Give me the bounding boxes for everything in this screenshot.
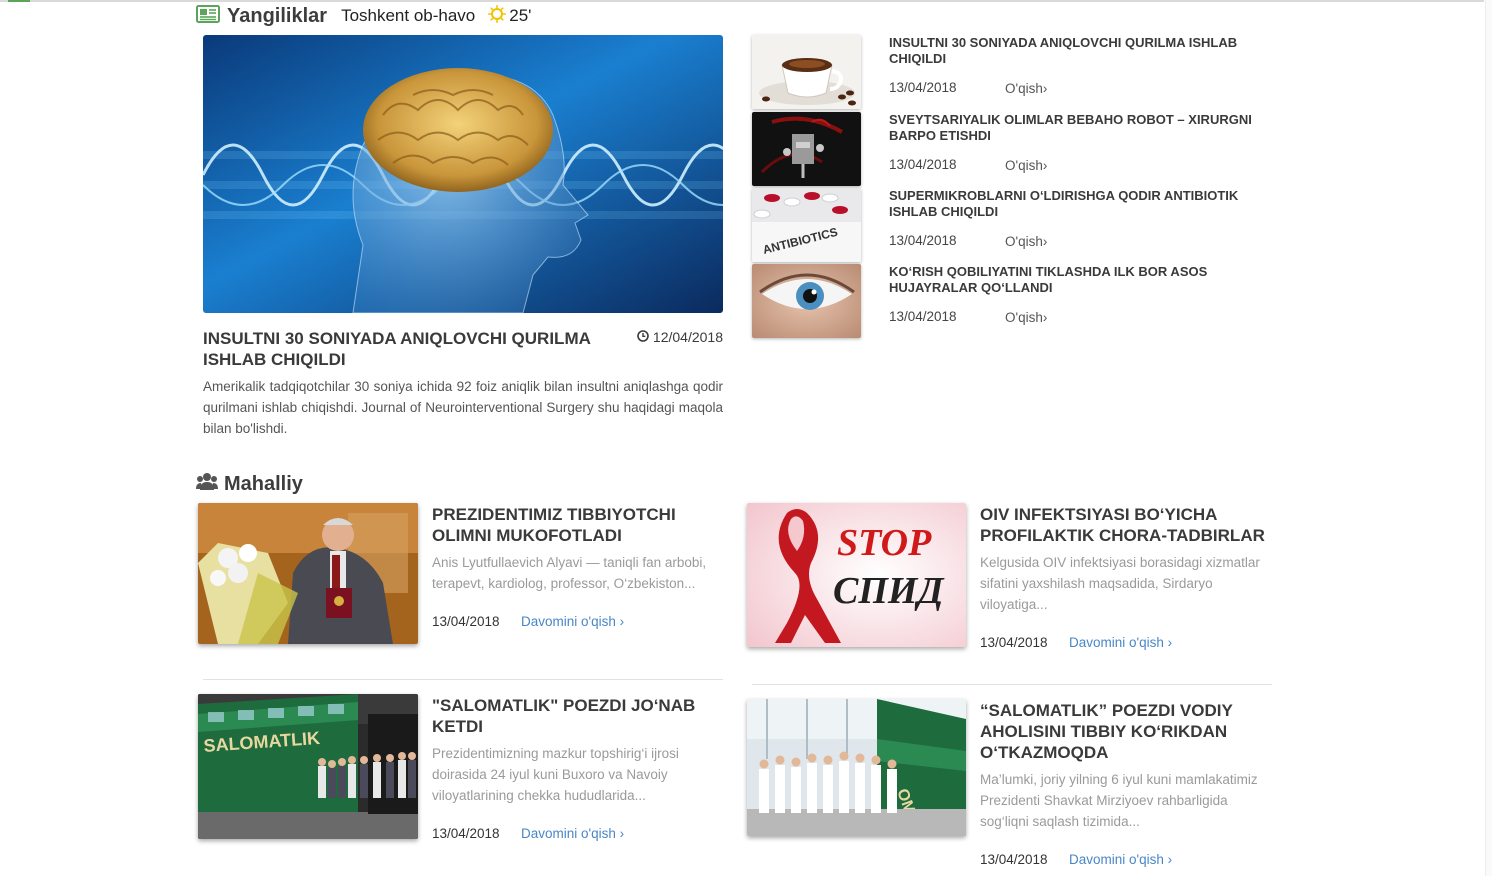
- featured-image[interactable]: [203, 35, 723, 313]
- newspaper-icon: [196, 4, 220, 29]
- read-more-link[interactable]: Davomini o'qish ›: [1069, 852, 1172, 867]
- local-news-date: 13/04/2018: [432, 614, 500, 629]
- side-news-date: 13/04/2018: [889, 157, 957, 172]
- read-link[interactable]: O'qish›: [1005, 234, 1047, 249]
- local-news-excerpt: Anis Lyutfullaevich Alyavi — taniqli fan…: [432, 555, 707, 591]
- featured-date: 12/04/2018: [632, 329, 723, 345]
- read-more-label[interactable]: Davomini o'qish: [521, 826, 616, 841]
- local-news-date: 13/04/2018: [432, 826, 500, 841]
- chevron-right-icon: ›: [1042, 234, 1048, 249]
- top-accent: [8, 0, 30, 2]
- weather-temperature: 25': [509, 6, 532, 25]
- local-news-image[interactable]: STOP СПИД: [747, 503, 966, 647]
- chevron-right-icon: ›: [1167, 852, 1173, 867]
- read-link[interactable]: O'qish›: [1005, 158, 1047, 173]
- side-news-date: 13/04/2018: [889, 233, 957, 248]
- side-news-item[interactable]: INSULTNI 30 SONIYADA ANIQLOVCHI QURILMA …: [752, 35, 1272, 110]
- local-news-title[interactable]: OIV INFEKTSIYASI BO‘YICHA PROFILAKTIK CH…: [980, 504, 1270, 546]
- read-link[interactable]: O'qish›: [1005, 81, 1047, 96]
- read-link-label[interactable]: O'qish: [1005, 310, 1043, 325]
- side-news-title[interactable]: KO‘RISH QOBILIYATINI TIKLASHDA ILK BOR A…: [889, 264, 1269, 296]
- local-news-excerpt: Prezidentimizning mazkur topshirig‘i ijr…: [432, 746, 679, 803]
- news-section-header: Yangiliklar Toshkent ob-havo 25': [196, 4, 531, 28]
- read-more-link[interactable]: Davomini o'qish ›: [521, 826, 624, 841]
- row-divider: [752, 684, 1272, 685]
- users-icon: [196, 472, 218, 497]
- read-link-label[interactable]: O'qish: [1005, 158, 1043, 173]
- local-news-date: 13/04/2018: [980, 635, 1048, 650]
- side-news-thumbnail[interactable]: [752, 264, 861, 338]
- side-news-title[interactable]: SUPERMIKROBLARNI O‘LDIRISHGA QODIR ANTIB…: [889, 188, 1269, 220]
- read-link-label[interactable]: O'qish: [1005, 234, 1043, 249]
- read-more-link[interactable]: Davomini o'qish ›: [521, 614, 624, 629]
- local-news-title[interactable]: PREZIDENTIMIZ TIBBIYOTCHI OLIMNI MUKOFOT…: [432, 504, 722, 546]
- local-news-image[interactable]: [198, 503, 418, 644]
- read-more-label[interactable]: Davomini o'qish: [1069, 852, 1164, 867]
- chevron-right-icon: ›: [619, 614, 625, 629]
- chevron-right-icon: ›: [1167, 635, 1173, 650]
- side-news-item[interactable]: KO‘RISH QOBILIYATINI TIKLASHDA ILK BOR A…: [752, 264, 1272, 339]
- clock-icon: [637, 329, 649, 345]
- local-news-date: 13/04/2018: [980, 852, 1048, 867]
- read-more-label[interactable]: Davomini o'qish: [521, 614, 616, 629]
- chevron-right-icon: ›: [1042, 81, 1048, 96]
- news-section-title: Yangiliklar: [227, 4, 328, 27]
- side-news-title[interactable]: INSULTNI 30 SONIYADA ANIQLOVCHI QURILMA …: [889, 35, 1269, 67]
- scrollbar[interactable]: [1485, 0, 1492, 876]
- side-news-date: 13/04/2018: [889, 309, 957, 324]
- local-news-title[interactable]: “SALOMATLIK” POEZDI VODIY AHOLISINI TIBB…: [980, 700, 1270, 763]
- local-section-title: Mahalliy: [224, 472, 303, 495]
- sun-icon: [488, 4, 507, 28]
- featured-date-text: 12/04/2018: [652, 329, 723, 345]
- side-news-item[interactable]: ANTIBIOTICS SUPERMIKROBLARNI O‘LDIRISHGA…: [752, 188, 1272, 263]
- side-news-thumbnail[interactable]: [752, 35, 861, 109]
- local-news-excerpt: Kelgusida OIV infektsiyasi borasidagi xi…: [980, 555, 1260, 612]
- side-news-date: 13/04/2018: [889, 80, 957, 95]
- local-news-title[interactable]: "SALOMATLIK" POEZDI JO‘NAB KETDI: [432, 695, 722, 737]
- weather-label: Toshkent ob-havo: [341, 6, 476, 25]
- spid-label: СПИД: [833, 570, 945, 612]
- featured-excerpt: Amerikalik tadqiqotchilar 30 soniya ichi…: [203, 379, 723, 436]
- chevron-right-icon: ›: [619, 826, 625, 841]
- read-more-link[interactable]: Davomini o'qish ›: [1069, 635, 1172, 650]
- read-more-label[interactable]: Davomini o'qish: [1069, 635, 1164, 650]
- row-divider: [203, 679, 723, 680]
- stop-label: STOP: [837, 522, 932, 564]
- local-section-header: Mahalliy: [196, 471, 303, 497]
- local-news-image[interactable]: OMATLI: [747, 699, 966, 836]
- side-news-item[interactable]: SVEYTSARIYALIK OLIMLAR BEBAHO ROBOT – XI…: [752, 112, 1272, 187]
- chevron-right-icon: ›: [1042, 158, 1048, 173]
- local-news-image[interactable]: SALOMATLIK: [198, 694, 418, 839]
- read-link-label[interactable]: O'qish: [1005, 81, 1043, 96]
- read-link[interactable]: O'qish›: [1005, 310, 1047, 325]
- featured-title[interactable]: INSULTNI 30 SONIYADA ANIQLOVCHI QURILMA …: [203, 328, 603, 370]
- side-news-title[interactable]: SVEYTSARIYALIK OLIMLAR BEBAHO ROBOT – XI…: [889, 112, 1269, 144]
- side-news-thumbnail[interactable]: ANTIBIOTICS: [752, 188, 861, 262]
- chevron-right-icon: ›: [1042, 310, 1048, 325]
- local-news-excerpt: Ma’lumki, joriy yilning 6 iyul kuni maml…: [980, 772, 1258, 829]
- top-border: [0, 0, 1484, 2]
- side-news-thumbnail[interactable]: [752, 112, 861, 186]
